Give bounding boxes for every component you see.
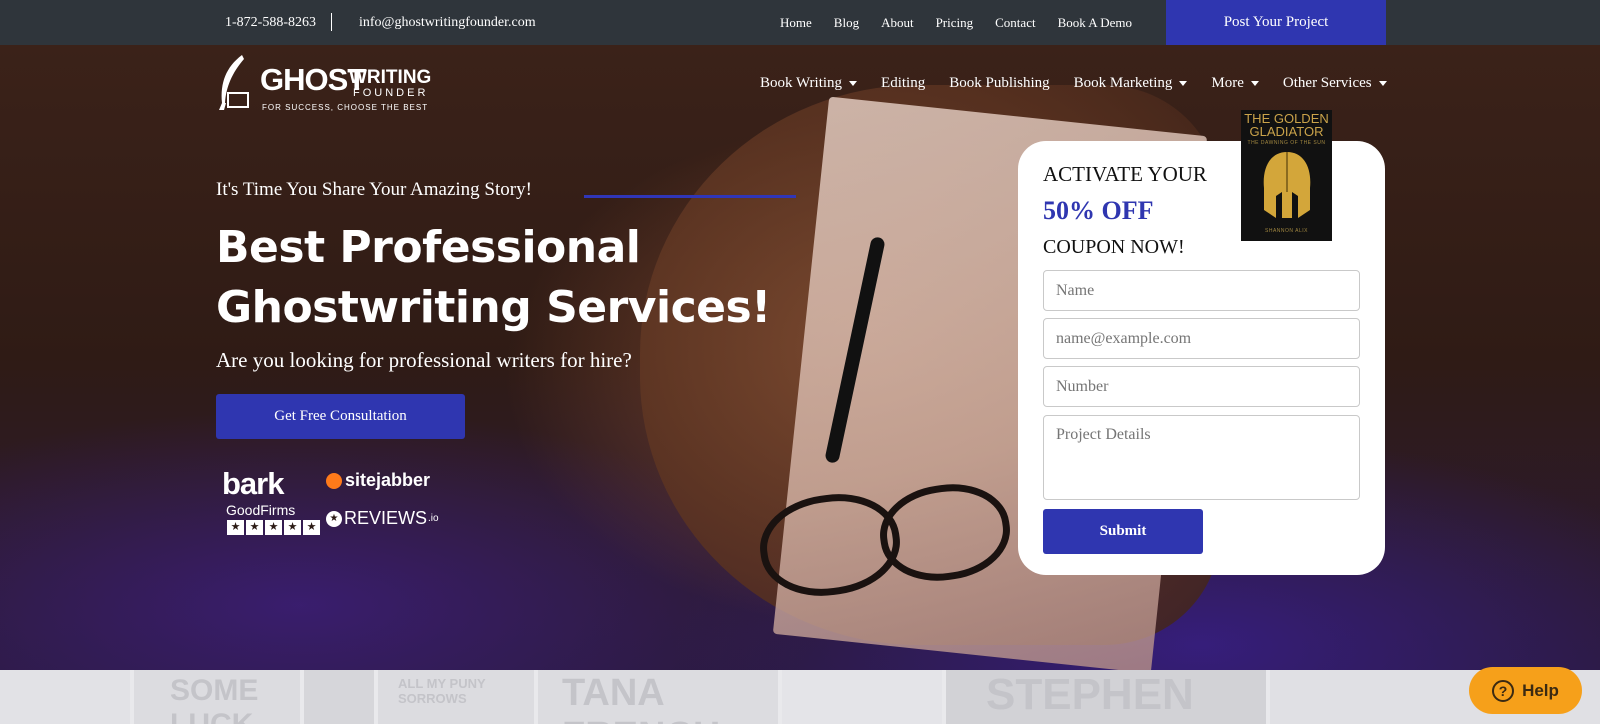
logo-word-founder: FOUNDER <box>353 87 429 99</box>
top-nav-blog[interactable]: Blog <box>834 15 859 31</box>
book-cover-tile: ALL MY PUNY SORROWS <box>378 670 534 724</box>
sitejabber-logo[interactable]: sitejabber <box>326 470 430 491</box>
book-title: THE GOLDEN GLADIATOR <box>1244 111 1329 139</box>
get-free-consultation-button[interactable]: Get Free Consultation <box>216 394 465 439</box>
top-nav: Home Blog About Pricing Contact Book A D… <box>780 15 1154 31</box>
top-nav-about[interactable]: About <box>881 15 914 31</box>
logo-tagline: FOR SUCCESS, CHOOSE THE BEST <box>262 103 429 112</box>
hero-subline: Are you looking for professional writers… <box>216 348 632 372</box>
nav-label: Editing <box>881 75 926 91</box>
phone-link[interactable]: 1-872-588-8263 <box>225 15 316 31</box>
reviews-io-logo[interactable]: ★ REVIEWS .io <box>326 508 439 529</box>
nav-editing[interactable]: Editing <box>881 75 925 92</box>
help-label: Help <box>1522 680 1559 700</box>
coupon-heading-line3: COUPON NOW! <box>1043 236 1185 258</box>
star-icon: ★ <box>246 520 263 535</box>
nav-label: Book Publishing <box>949 75 1050 91</box>
name-input[interactable] <box>1043 270 1360 311</box>
reviews-star-icon: ★ <box>326 510 342 527</box>
nav-book-publishing[interactable]: Book Publishing <box>949 75 1049 92</box>
number-input[interactable] <box>1043 366 1360 407</box>
coupon-discount: 50% OFF <box>1043 196 1154 225</box>
email-input[interactable] <box>1043 318 1360 359</box>
star-icon: ★ <box>284 520 301 535</box>
goodfirms-stars: ★ ★ ★ ★ ★ <box>227 520 320 535</box>
chevron-down-icon <box>1250 81 1259 86</box>
reviews-io-label: REVIEWS <box>344 508 428 528</box>
nav-label: Book Writing <box>760 75 843 91</box>
divider <box>331 13 332 31</box>
site-logo[interactable]: GHOST WRITING FOUNDER FOR SUCCESS, CHOOS… <box>216 53 431 115</box>
book-cover-tile <box>304 670 374 724</box>
book-covers-strip: SOME LUCK ALL MY PUNY SORROWS TANA FRENC… <box>0 670 1600 724</box>
nav-label: More <box>1211 75 1244 91</box>
book-cover-tile: SOME LUCK <box>134 670 300 724</box>
hero-eyebrow-line <box>584 195 796 198</box>
bark-logo[interactable]: bark <box>222 466 284 502</box>
submit-button[interactable]: Submit <box>1043 509 1203 554</box>
reviews-io-suffix: .io <box>428 513 439 524</box>
hero-eyebrow: It's Time You Share Your Amazing Story! <box>216 179 532 200</box>
nav-label: Other Services <box>1282 75 1372 91</box>
nav-label: Book Marketing <box>1073 75 1173 91</box>
question-icon: ? <box>1492 679 1515 702</box>
post-project-button[interactable]: Post Your Project <box>1166 0 1386 45</box>
star-icon: ★ <box>265 520 282 535</box>
project-details-textarea[interactable] <box>1043 415 1360 500</box>
nav-other-services[interactable]: Other Services <box>1283 75 1387 92</box>
star-icon: ★ <box>303 520 320 535</box>
book-cover-tile <box>0 670 130 724</box>
nav-more[interactable]: More <box>1211 75 1259 92</box>
top-nav-book-demo[interactable]: Book A Demo <box>1058 15 1132 31</box>
top-bar: 1-872-588-8263 info@ghostwritingfounder.… <box>0 0 1600 45</box>
nav-book-marketing[interactable]: Book Marketing <box>1074 75 1188 92</box>
star-icon: ★ <box>227 520 244 535</box>
logo-word-writing: WRITING <box>349 67 432 88</box>
helmet-icon <box>1263 152 1311 218</box>
nav-book-writing[interactable]: Book Writing <box>760 75 858 92</box>
book-cover-tile <box>782 670 942 724</box>
chevron-down-icon <box>849 81 858 86</box>
sitejabber-star-icon <box>326 472 342 489</box>
book-author: SHANNON ALIX <box>1265 228 1308 234</box>
hero-headline: Best Professional Ghostwriting Services! <box>216 222 771 333</box>
help-button[interactable]: ? Help <box>1469 667 1582 714</box>
chevron-down-icon <box>1179 81 1188 86</box>
top-nav-pricing[interactable]: Pricing <box>936 15 974 31</box>
book-cover-image: THE GOLDEN GLADIATOR THE DAWNING OF THE … <box>1241 110 1332 241</box>
chevron-down-icon <box>1378 81 1387 86</box>
top-nav-contact[interactable]: Contact <box>995 15 1035 31</box>
book-cover-tile: TANA FRENCH <box>538 670 778 724</box>
main-nav: Book Writing Editing Book Publishing Boo… <box>760 75 1411 92</box>
feather-icon <box>219 55 249 110</box>
coupon-heading-line1: ACTIVATE YOUR <box>1043 162 1207 186</box>
book-cover-tile: STEPHEN <box>946 670 1266 724</box>
top-nav-home[interactable]: Home <box>780 15 812 31</box>
goodfirms-logo[interactable]: GoodFirms <box>226 502 295 518</box>
sitejabber-label: sitejabber <box>345 470 431 490</box>
book-subtitle: THE DAWNING OF THE SUN <box>1247 140 1326 146</box>
email-link[interactable]: info@ghostwritingfounder.com <box>359 15 536 31</box>
